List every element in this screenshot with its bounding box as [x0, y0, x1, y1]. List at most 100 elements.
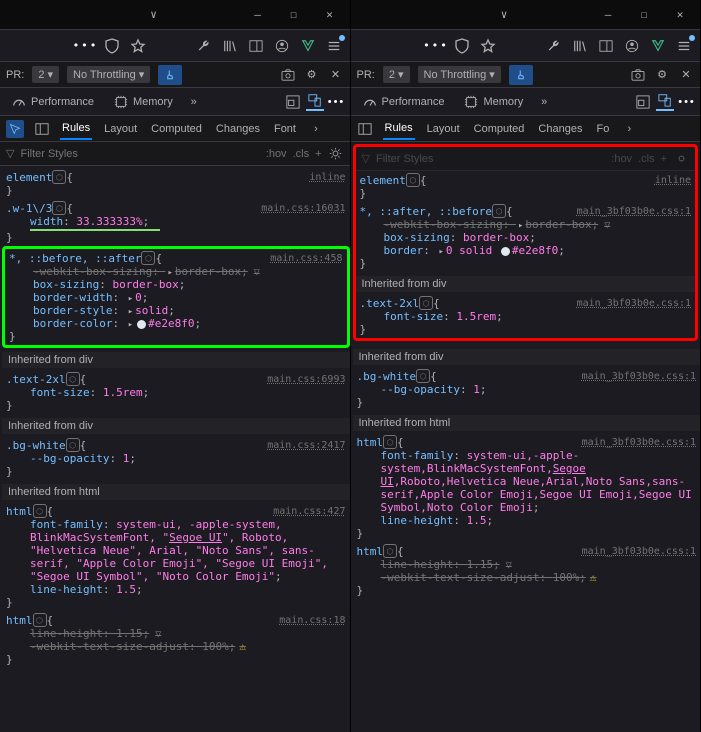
subtab-computed[interactable]: Computed — [472, 119, 527, 139]
throttling-select[interactable]: No Throttling▾ — [67, 66, 150, 83]
tab-performance[interactable]: Performance — [4, 91, 102, 113]
rule-bgwhite[interactable]: .bg-white ⬡ {main_3bf03b0e.css:1 --bg-op… — [353, 367, 701, 411]
caret-down-icon[interactable]: ∨ — [490, 5, 518, 25]
menu-icon[interactable] — [326, 38, 342, 54]
split-icon[interactable] — [34, 121, 50, 137]
hov-toggle[interactable]: :hov — [266, 148, 287, 160]
star-icon[interactable] — [130, 38, 146, 54]
subtab-layout[interactable]: Layout — [102, 119, 139, 139]
account-icon[interactable] — [624, 38, 640, 54]
tab-memory[interactable]: Memory — [456, 91, 531, 113]
touch-icon[interactable] — [509, 65, 533, 85]
panel-tabs: Performance Memory » ••• — [351, 88, 701, 116]
cls-toggle[interactable]: .cls — [638, 153, 655, 165]
rule-w13[interactable]: .w-1\/3 ⬡ {main.css:16031 width: 33.3333… — [2, 199, 350, 246]
wrench-icon[interactable] — [196, 38, 212, 54]
shield-icon[interactable] — [454, 38, 470, 54]
cls-toggle[interactable]: .cls — [293, 148, 310, 160]
close-icon[interactable]: ✕ — [316, 5, 344, 25]
overflow-icon[interactable]: » — [185, 93, 203, 111]
dpr-select[interactable]: 2▾ — [383, 66, 410, 83]
hov-toggle[interactable]: :hov — [611, 153, 632, 165]
light-icon[interactable] — [673, 151, 689, 167]
rule-bgwhite[interactable]: .bg-white ⬡ {main.css:2417 --bg-opacity:… — [2, 436, 350, 480]
rule-universal[interactable]: *, ::after, ::before ⬡ {main_3bf03b0e.cs… — [356, 202, 696, 272]
library-icon[interactable] — [572, 38, 588, 54]
close-icon[interactable]: ✕ — [666, 5, 694, 25]
close-rdm-icon[interactable]: ✕ — [328, 67, 344, 83]
rule-element[interactable]: element ⬡ {inline } — [356, 171, 696, 202]
subtab-layout[interactable]: Layout — [425, 119, 462, 139]
light-icon[interactable] — [328, 146, 344, 162]
highlighted-region: ▽ :hov .cls + element ⬡ {inline } *, ::a… — [353, 144, 699, 341]
funnel-icon[interactable]: ▽ — [254, 267, 260, 278]
picker-icon[interactable] — [6, 120, 24, 138]
subtab-changes[interactable]: Changes — [536, 119, 584, 139]
chev-right-icon[interactable]: › — [308, 121, 324, 137]
chev-right-icon[interactable]: › — [621, 121, 637, 137]
filter-input[interactable] — [376, 153, 605, 165]
rule-universal-highlighted[interactable]: *, ::before, ::after ⬡ {main.css:458 -we… — [2, 246, 350, 348]
rule-html1[interactable]: html ⬡ {main_3bf03b0e.css:1 font-family:… — [353, 433, 701, 542]
tab-performance[interactable]: Performance — [355, 91, 453, 113]
funnel-icon: ▽ — [362, 152, 370, 165]
warning-icon[interactable]: ⚠ — [590, 571, 597, 584]
more-icon[interactable]: ••• — [428, 38, 444, 54]
kebab-icon[interactable]: ••• — [328, 93, 346, 111]
more-icon[interactable]: ••• — [78, 38, 94, 54]
close-rdm-icon[interactable]: ✕ — [678, 67, 694, 83]
menu-icon[interactable] — [676, 38, 692, 54]
subtab-fonts[interactable]: Font — [272, 119, 298, 139]
rule-text2xl[interactable]: .text-2xl ⬡ {main.css:6993 font-size: 1.… — [2, 370, 350, 414]
caret-down-icon[interactable]: ∨ — [140, 5, 168, 25]
shield-icon[interactable] — [104, 38, 120, 54]
rdm-toggle-icon[interactable] — [656, 93, 674, 111]
subtab-rules[interactable]: Rules — [383, 118, 415, 140]
iframe-select-icon[interactable] — [634, 93, 652, 111]
overflow-icon[interactable]: » — [535, 93, 553, 111]
minimize-icon[interactable]: — — [244, 5, 272, 25]
shield-icon: ⬡ — [52, 170, 66, 184]
rdm-toggle-icon[interactable] — [306, 93, 324, 111]
subtab-changes[interactable]: Changes — [214, 119, 262, 139]
throttling-select[interactable]: No Throttling▾ — [418, 66, 501, 83]
wrench-icon[interactable] — [546, 38, 562, 54]
library-icon[interactable] — [222, 38, 238, 54]
maximize-icon[interactable]: ☐ — [630, 5, 658, 25]
sidebar-icon[interactable] — [248, 38, 264, 54]
warning-icon[interactable]: ⚠ — [239, 640, 246, 653]
rule-text2xl[interactable]: .text-2xl ⬡ {main_3bf03b0e.css:1 font-si… — [356, 294, 696, 338]
vue-icon[interactable] — [650, 38, 666, 54]
subtab-computed[interactable]: Computed — [149, 119, 204, 139]
settings-icon[interactable]: ⚙ — [654, 67, 670, 83]
touch-icon[interactable] — [158, 65, 182, 85]
sidebar-icon[interactable] — [598, 38, 614, 54]
screenshot-icon[interactable] — [630, 67, 646, 83]
vue-icon[interactable] — [300, 38, 316, 54]
maximize-icon[interactable]: ☐ — [280, 5, 308, 25]
rule-html2[interactable]: html ⬡ {main_3bf03b0e.css:1 line-height:… — [353, 542, 701, 599]
add-rule-icon[interactable]: + — [661, 153, 667, 165]
color-swatch[interactable] — [501, 247, 510, 256]
rules-content[interactable]: Inherited from div .bg-white ⬡ {main_3bf… — [351, 343, 701, 732]
color-swatch[interactable] — [137, 320, 146, 329]
rules-content[interactable]: element ⬡ {inline } .w-1\/3 ⬡ {main.css:… — [0, 166, 350, 732]
settings-icon[interactable]: ⚙ — [304, 67, 320, 83]
inherited-header: Inherited from div — [356, 276, 696, 292]
rule-html1[interactable]: html ⬡ {main.css:427 font-family: system… — [2, 502, 350, 611]
rule-html2[interactable]: html ⬡ {main.css:18 line-height: 1.15;▽ … — [2, 611, 350, 668]
kebab-icon[interactable]: ••• — [678, 93, 696, 111]
screenshot-icon[interactable] — [280, 67, 296, 83]
account-icon[interactable] — [274, 38, 290, 54]
split-icon[interactable] — [357, 121, 373, 137]
rule-element[interactable]: element ⬡ {inline } — [2, 168, 350, 199]
filter-input[interactable] — [20, 148, 259, 160]
minimize-icon[interactable]: — — [594, 5, 622, 25]
tab-memory[interactable]: Memory — [106, 91, 181, 113]
subtab-rules[interactable]: Rules — [60, 118, 92, 140]
dpr-select[interactable]: 2▾ — [32, 66, 59, 83]
iframe-select-icon[interactable] — [284, 93, 302, 111]
star-icon[interactable] — [480, 38, 496, 54]
subtab-fonts[interactable]: Fo — [594, 119, 611, 139]
add-rule-icon[interactable]: + — [315, 148, 321, 160]
